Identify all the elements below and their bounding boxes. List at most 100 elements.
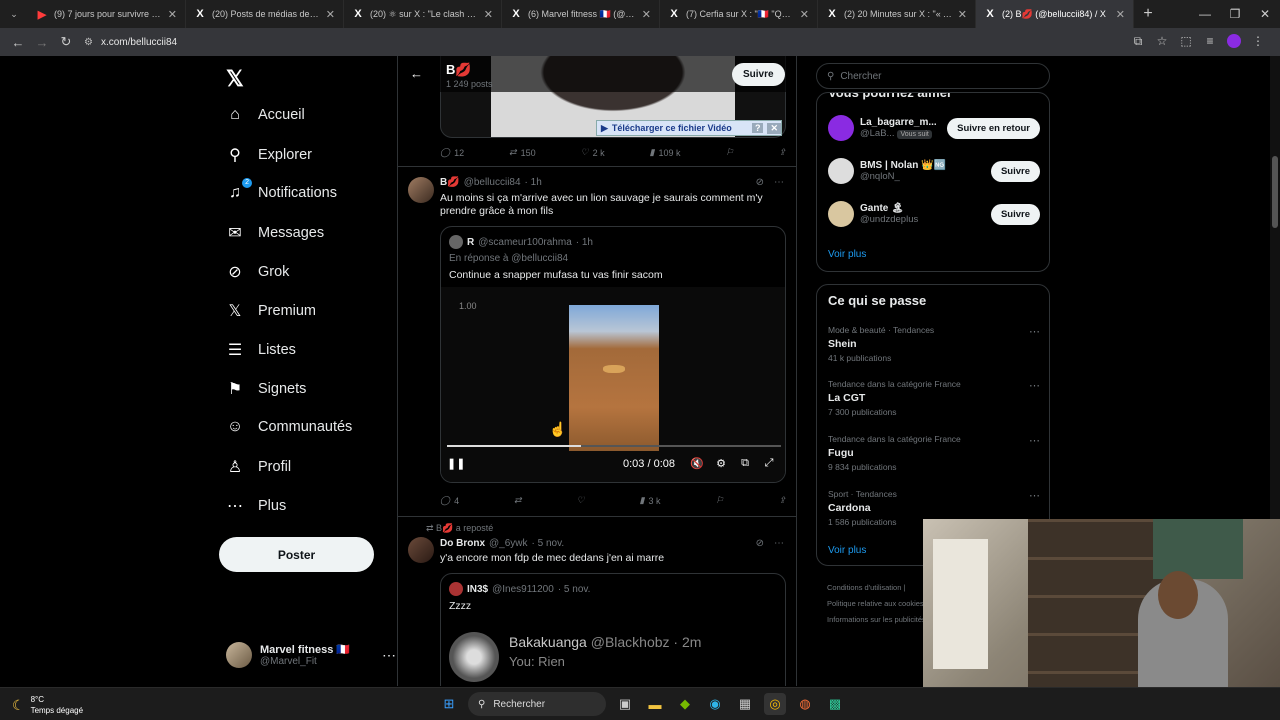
close-icon[interactable]: ✕ [484,8,493,21]
app-icon[interactable]: ▩ [824,693,846,715]
sidebar-item-listes[interactable]: ☰ Listes [226,340,296,360]
video-player[interactable]: 1.00 ❚❚ 0:03 / 0:08 🔇 ⚙ ⧉ ⤢ ☝ [441,287,785,482]
windows-start-icon[interactable]: ⊞ [438,693,460,715]
settings-icon[interactable]: ⚙ [709,457,733,470]
quoted-tweet[interactable]: R @scameur100rahma · 1h En réponse à @bell… [440,226,786,483]
views-button[interactable]: ▮ 3 k [640,495,661,506]
chrome-icon[interactable]: ◎ [764,693,786,715]
browser-tab[interactable]: X (7) Cerfia sur X : "🇫🇷 "Quand ... ✕ [660,0,818,28]
close-window-icon[interactable]: ✕ [1250,0,1280,28]
views-button[interactable]: ▮ 109 k [650,147,681,158]
like-button[interactable]: ♡ 2 k [581,147,605,158]
install-icon[interactable]: ⧉ [1130,34,1146,51]
more-icon[interactable]: ⋯ [382,647,396,664]
follow-suggestion[interactable]: Gante 🏝 @undzdeplus Suivre [828,201,1040,227]
terms-link[interactable]: Conditions d'utilisation | [827,580,926,596]
sidebar-item-profil[interactable]: ♙ Profil [226,457,291,477]
like-button[interactable]: ♡ [577,495,585,506]
sidebar-item-explorer[interactable]: ⚲ Explorer [226,145,312,165]
grok-icon[interactable]: ⊘ [756,177,764,188]
browser-tab[interactable]: X (20) Posts de médias de BMS | N... ✕ [186,0,344,28]
url-field[interactable]: ⚙ x.com/belluccii84 [84,31,1130,53]
author-name[interactable]: B💋 [440,177,460,188]
sidebar-item-accueil[interactable]: ⌂ Accueil [226,106,305,124]
tweet-time[interactable]: · 1h [525,177,542,188]
more-icon[interactable]: ⋯ [1029,379,1040,392]
forward-icon[interactable]: → [30,35,54,50]
author-name[interactable]: Do Bronx [440,538,485,549]
close-icon[interactable]: ✕ [642,8,651,21]
close-icon[interactable]: ✕ [800,8,809,21]
cookies-link[interactable]: Politique relative aux cookies [827,596,926,612]
share-button[interactable]: ⇪ [778,147,786,158]
bookmark-button[interactable]: ⚐ [715,495,723,506]
reply-button[interactable]: ◯ 4 [440,495,459,506]
nvidia-icon[interactable]: ◆ [674,693,696,715]
bookmark-button[interactable]: ⚐ [725,147,733,158]
reload-icon[interactable]: ↻ [54,34,78,50]
weather-widget[interactable]: ☾ 8°C Temps dégagé [12,694,83,716]
more-icon[interactable]: ⋯ [1029,325,1040,338]
sidebar-item-premium[interactable]: 𝕏 Premium [226,301,316,321]
close-icon[interactable]: ✕ [1116,8,1125,21]
reading-list-icon[interactable]: ≡ [1202,34,1218,51]
account-switcher[interactable]: Marvel fitness 🇫🇷 @Marvel_Fit ⋯ [226,642,396,668]
firefox-icon[interactable]: ◍ [794,693,816,715]
author-handle[interactable]: @belluccii84 [464,177,521,188]
close-icon[interactable]: ✕ [326,8,335,21]
trend-item[interactable]: Tendance dans la catégorie France La CGT 7… [828,379,1040,417]
avatar[interactable] [408,537,434,563]
trend-item[interactable]: Mode & beauté · Tendances Shein 41 k publi… [828,325,1040,363]
browser-tab[interactable]: X (2) 20 Minutes sur X : "« Avec l... ✕ [818,0,976,28]
repost-button[interactable]: ⇄ 150 [509,147,536,158]
follow-button[interactable]: Suivre [732,63,785,86]
follow-suggestion[interactable]: BMS | Nolan 👑🆖 @nqloN_ Suivre [828,158,1040,184]
browser-tab[interactable]: X (6) Marvel fitness 🇫🇷 (@Marvel_... ✕ [502,0,660,28]
file-explorer-icon[interactable]: ▬ [644,693,666,715]
follow-back-button[interactable]: Suivre en retour [947,117,1040,139]
author-handle[interactable]: @_6ywk [489,538,528,549]
sidebar-item-plus[interactable]: ⋯ Plus [226,496,286,516]
scrollbar-thumb[interactable] [1272,156,1278,228]
browser-tab[interactable]: ▶ (9) 7 jours pour survivre en Jun... ✕ [28,0,186,28]
follow-button[interactable]: Suivre [990,203,1040,225]
avatar[interactable] [408,177,434,203]
sidebar-item-messages[interactable]: ✉ Messages [226,223,324,243]
x-logo-icon[interactable]: 𝕏 [226,66,244,92]
pip-icon[interactable]: ⧉ [733,457,757,470]
store-icon[interactable]: ▦ [734,693,756,715]
task-view-icon[interactable]: ▣ [614,693,636,715]
close-icon[interactable]: ✕ [168,8,177,21]
edge-icon[interactable]: ◉ [704,693,726,715]
maximize-icon[interactable]: ❐ [1220,0,1250,28]
quoted-tweet[interactable]: IN3$ @Ines911200 · 5 nov. Zzzz Bakakuanga … [440,573,786,686]
more-icon[interactable]: ⋯ [1029,434,1040,447]
close-icon[interactable]: ✕ [767,122,781,134]
tab-search-icon[interactable]: ⌄ [0,9,28,20]
sidebar-item-grok[interactable]: ⊘ Grok [226,262,289,282]
menu-icon[interactable]: ⋮ [1250,34,1266,51]
taskbar-search[interactable]: ⚲ Rechercher [468,692,606,716]
browser-tab-active[interactable]: X (2) B💋 (@belluccii84) / X ✕ [976,0,1134,28]
browser-tab[interactable]: X (20) ⚛ sur X : "Le clash booba... ✕ [344,0,502,28]
ads-info-link[interactable]: Informations sur les publicités [827,612,926,628]
new-tab-button[interactable]: + [1134,5,1162,23]
profile-avatar[interactable] [1226,33,1242,51]
site-info-icon[interactable]: ⚙ [84,37,93,48]
download-video-bar[interactable]: ▶ Télécharger ce fichier Vidéo? ✕ [596,120,782,136]
show-more-link[interactable]: Voir plus [828,545,866,556]
repost-button[interactable]: ⇄ [514,495,522,506]
reply-button[interactable]: ◯ 12 [440,147,464,158]
help-icon[interactable]: ? [751,123,764,133]
minimize-icon[interactable]: — [1190,0,1220,28]
back-arrow-icon[interactable]: ← [410,66,423,81]
follow-button[interactable]: Suivre [990,160,1040,182]
fullscreen-icon[interactable]: ⤢ [757,457,781,470]
sidebar-item-communautes[interactable]: ☺ Communautés [226,418,352,436]
trend-item[interactable]: Tendance dans la catégorie France Fugu 9 8… [828,434,1040,472]
star-icon[interactable]: ☆ [1154,34,1170,51]
sidebar-item-notifications[interactable]: ♫ 2 Notifications [226,178,337,202]
video-progress-bar[interactable] [447,445,781,447]
show-more-link[interactable]: Voir plus [828,249,866,260]
share-button[interactable]: ⇪ [778,495,786,506]
